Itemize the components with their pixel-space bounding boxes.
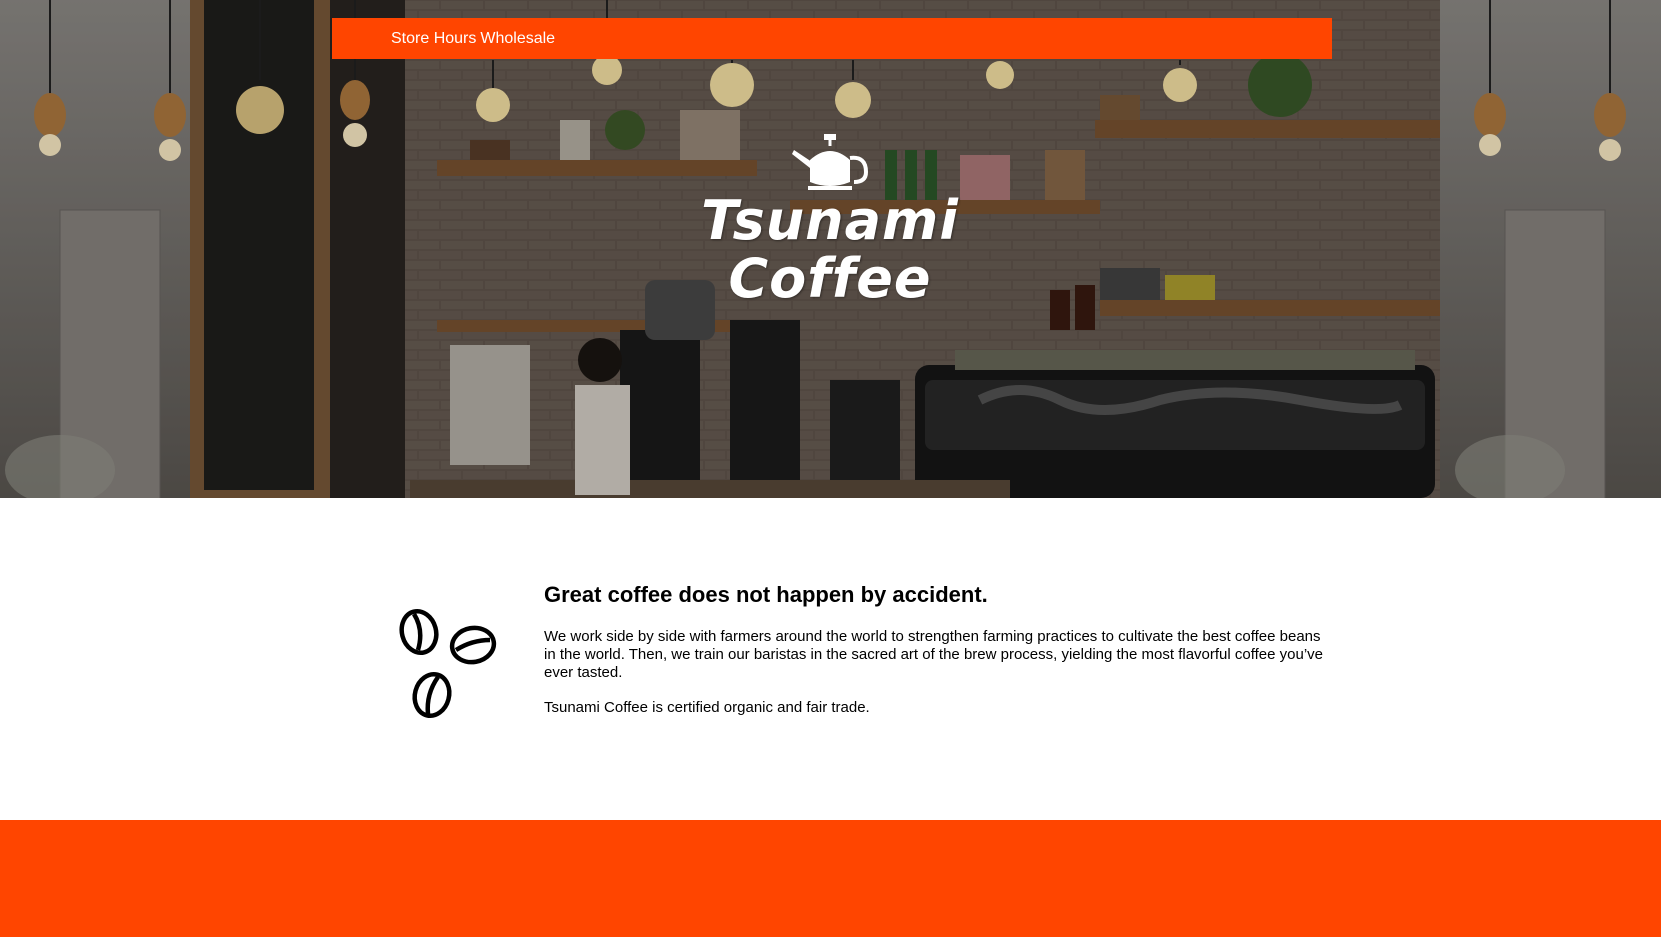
nav-link-wholesale[interactable]: Wholesale (480, 30, 555, 48)
coffee-beans-icon (399, 608, 497, 719)
top-nav-bar: Store Hours Wholesale (332, 18, 1332, 59)
logo-text-tsunami: Tsunami (701, 189, 959, 252)
about-section: Great coffee does not happen by accident… (0, 498, 1661, 820)
footer-bar (0, 820, 1661, 937)
about-paragraph-certified: Tsunami Coffee is certified organic and … (544, 699, 870, 716)
about-heading: Great coffee does not happen by accident… (544, 582, 988, 607)
nav-link-store-hours[interactable]: Store Hours (391, 30, 476, 48)
hero-banner: Store Hours Wholesale Tsunami Coffee (0, 0, 1661, 498)
about-paragraph-farmers: We work side by side with farmers around… (544, 628, 1324, 681)
about-text-block: Great coffee does not happen by accident… (544, 582, 1324, 734)
coffee-kettle-icon (792, 134, 869, 190)
brand-logo[interactable]: Tsunami Coffee (700, 132, 960, 322)
logo-text-coffee: Coffee (728, 247, 932, 310)
